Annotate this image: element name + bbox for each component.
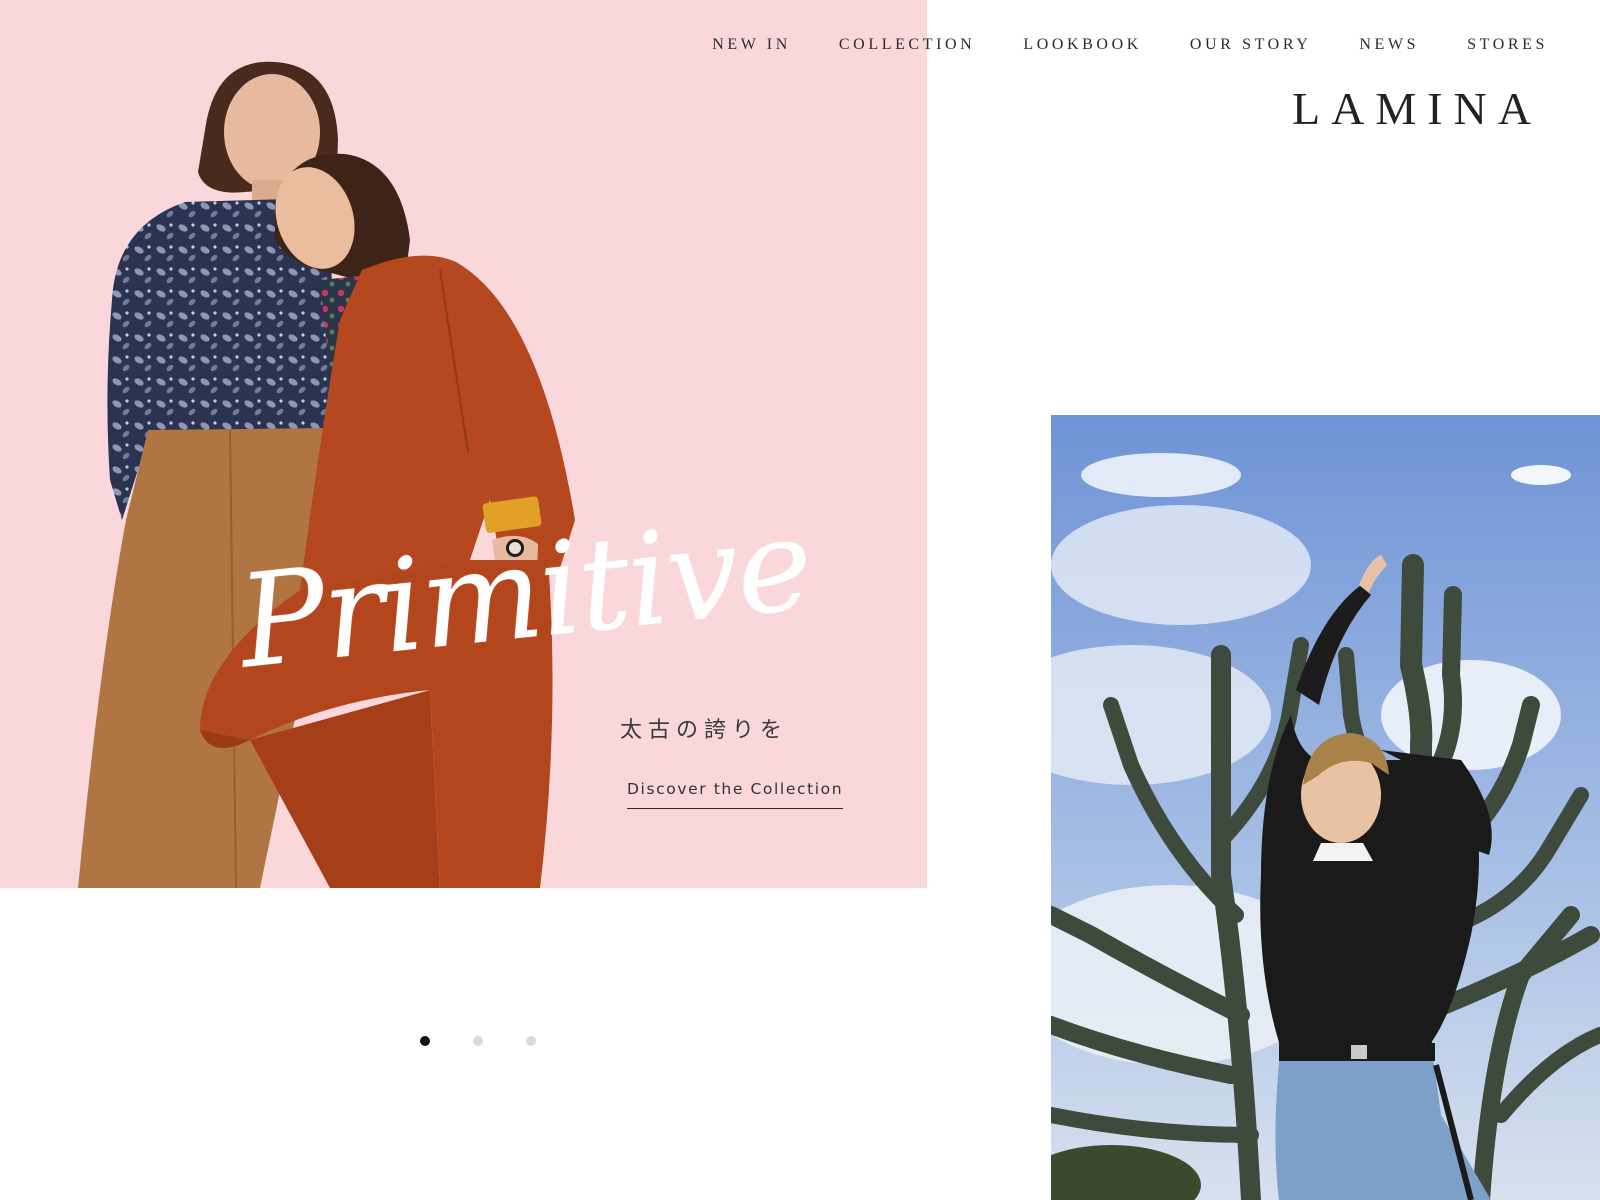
nav-item-news[interactable]: NEWS xyxy=(1359,36,1419,54)
carousel-dot-3[interactable] xyxy=(526,1036,536,1046)
nav-item-collection[interactable]: COLLECTION xyxy=(839,36,975,54)
hero-banner: Primitive 太古の誇りを Discover the Collection xyxy=(0,0,927,888)
brand-logo[interactable]: LAMINA xyxy=(1292,82,1542,135)
nav-item-lookbook[interactable]: LOOKBOOK xyxy=(1023,36,1142,54)
carousel-dot-1[interactable] xyxy=(420,1036,430,1046)
nav-item-new-in[interactable]: NEW IN xyxy=(712,36,791,54)
lookbook-photo[interactable] xyxy=(1051,415,1600,1200)
lookbook-photo-image xyxy=(1051,415,1600,1200)
nav-item-our-story[interactable]: OUR STORY xyxy=(1190,36,1311,54)
hero-photo xyxy=(78,61,575,888)
carousel-dot-2[interactable] xyxy=(473,1036,483,1046)
nav-item-stores[interactable]: STORES xyxy=(1467,36,1548,54)
main-nav: NEW IN COLLECTION LOOKBOOK OUR STORY NEW… xyxy=(712,36,1548,54)
hero-subtitle: 太古の誇りを xyxy=(620,718,789,743)
carousel-dots xyxy=(420,1036,536,1046)
discover-collection-link[interactable]: Discover the Collection xyxy=(627,780,844,809)
page: Primitive 太古の誇りを Discover the Collection… xyxy=(0,0,1600,1200)
